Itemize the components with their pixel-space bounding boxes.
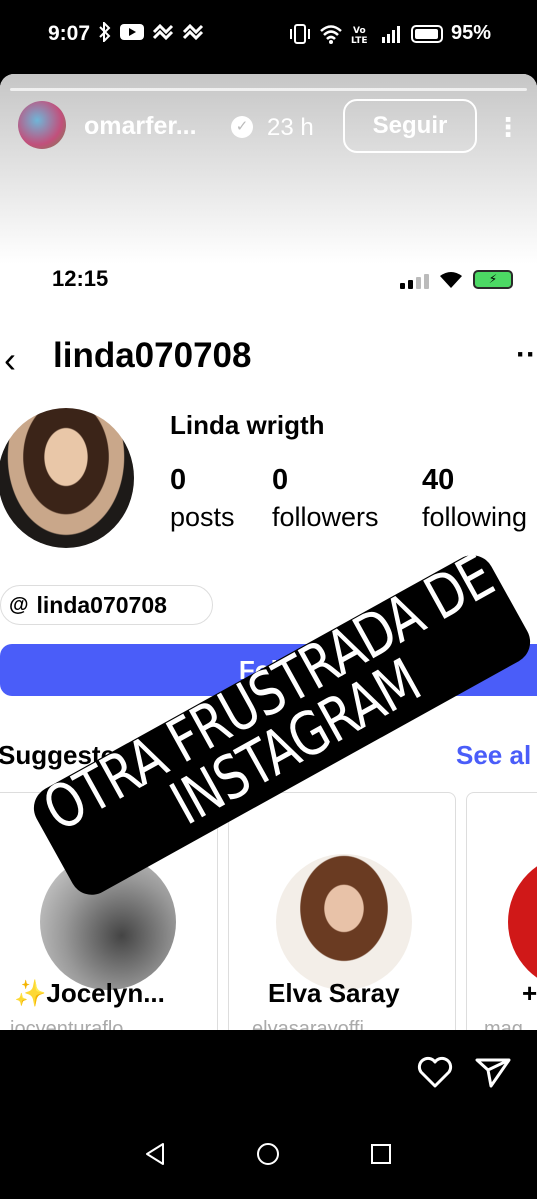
followers-count[interactable]: 0 — [272, 464, 288, 497]
story-viewer[interactable]: omarfer... ✓ 23 h Seguir ⋮ 12:15 ⚡ ‹ lin… — [0, 74, 537, 1030]
signal-icon — [381, 25, 400, 43]
ios-signal-icon — [400, 274, 429, 289]
app-icon — [152, 23, 174, 41]
android-status-bar: 9:07 Vo LTE 95% — [0, 0, 537, 72]
posts-count[interactable]: 0 — [170, 464, 186, 497]
suggestion-username: elvasarayoffi... — [252, 1018, 381, 1030]
story-time: 23 h — [267, 114, 314, 141]
ios-status-icons: ⚡ — [400, 270, 513, 289]
profile-handle: linda070708 — [53, 336, 252, 375]
suggestion-username: jocventuraflo... — [10, 1018, 141, 1030]
battery-icon — [410, 24, 443, 43]
more-vertical-icon[interactable]: ⋮ — [495, 112, 521, 143]
back-chevron-icon[interactable]: ‹ — [4, 339, 16, 381]
youtube-icon — [120, 24, 144, 40]
vibrate-icon — [289, 23, 310, 44]
following-label[interactable]: following — [422, 502, 527, 533]
ios-wifi-icon — [440, 272, 462, 288]
see-all-link[interactable]: See al — [456, 740, 531, 771]
heart-icon[interactable] — [417, 1056, 453, 1088]
threads-icon: @ — [9, 593, 29, 616]
suggestion-name[interactable]: ✨Jocelyn... — [14, 978, 165, 1009]
status-time: 9:07 — [48, 22, 91, 45]
nav-recents-icon[interactable] — [368, 1141, 394, 1167]
verified-badge-icon: ✓ — [231, 116, 253, 138]
bluetooth-icon — [99, 22, 111, 42]
svg-text:Vo: Vo — [353, 26, 366, 36]
profile-display-name: Linda wrigth — [170, 410, 325, 440]
battery-percent: 95% — [450, 22, 491, 44]
suggestion-avatar[interactable] — [276, 854, 412, 990]
threads-link[interactable]: @ linda070708 — [0, 585, 213, 625]
story-actions — [417, 1056, 511, 1088]
suggestion-name[interactable]: + — [522, 978, 537, 1009]
following-count[interactable]: 40 — [422, 464, 454, 497]
story-progress-bar — [10, 88, 527, 91]
followers-label[interactable]: followers — [272, 502, 379, 533]
story-avatar[interactable] — [18, 101, 66, 149]
wifi-icon — [320, 24, 342, 44]
story-username[interactable]: omarfer... — [84, 112, 197, 141]
threads-handle: linda070708 — [36, 591, 167, 618]
posts-label[interactable]: posts — [170, 502, 235, 533]
more-horizontal-icon[interactable]: ·· — [516, 338, 536, 372]
volte-icon: VoLTE — [351, 26, 368, 45]
suggestion-username: mag... — [484, 1018, 537, 1030]
svg-text:LTE: LTE — [351, 36, 368, 45]
android-nav-bar — [0, 1109, 537, 1199]
app-icon — [182, 23, 204, 41]
ios-time: 12:15 — [52, 266, 109, 291]
ios-battery-icon: ⚡ — [473, 270, 513, 289]
send-icon[interactable] — [475, 1056, 511, 1088]
suggestion-name[interactable]: Elva Saray — [268, 978, 400, 1009]
nav-back-icon[interactable] — [143, 1141, 169, 1167]
nav-home-icon[interactable] — [255, 1141, 281, 1167]
seguir-button[interactable]: Seguir — [343, 99, 477, 153]
profile-avatar[interactable] — [0, 408, 134, 548]
